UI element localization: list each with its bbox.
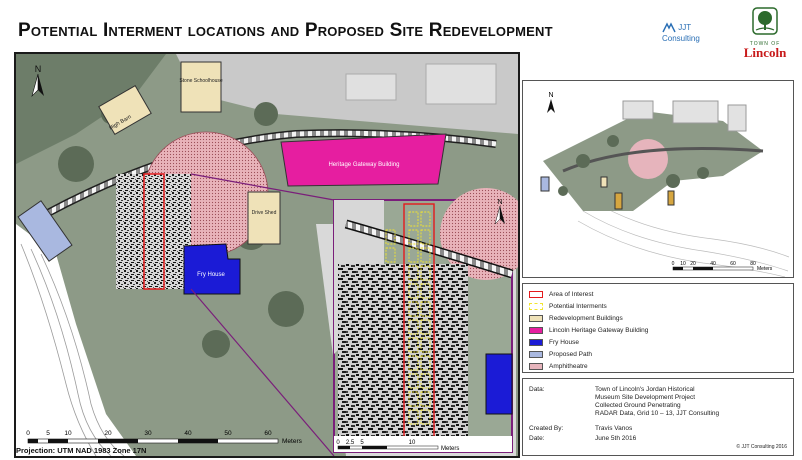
zoom-detail-frame[interactable]: N 0 2.5 5 10 Meters bbox=[333, 188, 518, 453]
legend-swatch bbox=[529, 314, 543, 322]
data-line: Town of Lincoln's Jordan Historical bbox=[595, 386, 695, 393]
date-value: June 5th 2016 bbox=[595, 435, 637, 442]
map-title: Potential Interment locations and Propos… bbox=[18, 20, 553, 41]
legend-swatch bbox=[529, 350, 543, 358]
legend-item-amphitheatre: Amphitheatre bbox=[529, 361, 588, 371]
legend-label: Amphitheatre bbox=[549, 362, 588, 370]
scale-unit: Meters bbox=[282, 438, 303, 445]
legend-swatch bbox=[529, 338, 543, 346]
zoom-scale-tick: 10 bbox=[409, 440, 416, 446]
main-map-canvas: High Barn Stone Schoolhouse Heritage Gat… bbox=[16, 54, 518, 456]
data-line: RADAR Data, Grid 10 – 13, JJT Consulting bbox=[595, 410, 720, 417]
data-line: Museum Site Development Project bbox=[595, 394, 696, 401]
scale-tick: 30 bbox=[144, 430, 152, 437]
inset-scale-tick: 10 bbox=[680, 261, 686, 267]
heritage-gateway-label: Heritage Gateway Building bbox=[328, 162, 399, 168]
inset-scale-tick: 20 bbox=[690, 261, 696, 267]
zoom-scale-unit: Meters bbox=[441, 446, 459, 452]
inset-scale-tick: 0 bbox=[672, 261, 675, 267]
legend-label: Proposed Path bbox=[549, 350, 593, 358]
jjt-mark-icon bbox=[662, 22, 676, 33]
legend-item-redevelopment-buildings: Redevelopment Buildings bbox=[529, 313, 623, 323]
background-building bbox=[345, 73, 397, 101]
projection-note: Projection: UTM NAD 1983 Zone 17N bbox=[16, 446, 147, 455]
inset-scale-tick: 40 bbox=[710, 261, 716, 267]
scale-tick: 10 bbox=[64, 430, 72, 437]
inset-scale-tick: 80 bbox=[750, 261, 756, 267]
map-metadata: Data: Town of Lincoln's Jordan Historica… bbox=[522, 378, 794, 456]
legend-swatch bbox=[529, 362, 543, 370]
data-line: Collected Ground Penetrating bbox=[595, 402, 681, 409]
town-emblem-icon bbox=[752, 7, 778, 35]
legend-item-heritage-gateway: Lincoln Heritage Gateway Building bbox=[529, 325, 648, 335]
zoom-scale-tick: 2.5 bbox=[346, 440, 355, 446]
background-building bbox=[425, 63, 497, 105]
data-value: Town of Lincoln's Jordan Historical Muse… bbox=[595, 386, 785, 418]
main-site-map[interactable]: High Barn Stone Schoolhouse Heritage Gat… bbox=[14, 52, 520, 458]
drive-shed-label: Drive Shed bbox=[252, 210, 277, 216]
zoom-north-label: N bbox=[497, 199, 502, 206]
town-of-lincoln-logo: TOWN OF Lincoln bbox=[738, 6, 792, 62]
legend-label: Lincoln Heritage Gateway Building bbox=[549, 326, 649, 334]
created-by-key: Created By: bbox=[529, 425, 564, 432]
map-legend: Area of Interest Potential Interments Re… bbox=[522, 283, 794, 373]
inset-scale-tick: 60 bbox=[730, 261, 736, 267]
heritage-gateway-building bbox=[280, 133, 447, 187]
legend-swatch bbox=[529, 302, 543, 310]
inset-amphitheatre bbox=[628, 139, 668, 179]
jjt-logo: JJT Consulting bbox=[662, 22, 730, 43]
legend-swatch bbox=[529, 290, 543, 298]
stone-schoolhouse-label: Stone Schoolhouse bbox=[179, 78, 223, 84]
date-key: Date: bbox=[529, 435, 545, 442]
legend-item-potential-interments: Potential Interments bbox=[529, 301, 607, 311]
drive-shed bbox=[247, 191, 281, 245]
stone-schoolhouse bbox=[180, 61, 222, 113]
legend-label: Redevelopment Buildings bbox=[549, 314, 623, 322]
inset-scale-unit: Meters bbox=[757, 266, 773, 272]
legend-item-area-of-interest: Area of Interest bbox=[529, 289, 593, 299]
scale-tick: 20 bbox=[104, 430, 112, 437]
scale-tick: 40 bbox=[184, 430, 192, 437]
scale-tick: 60 bbox=[264, 430, 272, 437]
legend-item-fry-house: Fry House bbox=[529, 337, 579, 347]
town-name: Lincoln bbox=[743, 45, 787, 60]
legend-label: Fry House bbox=[549, 338, 579, 346]
data-key: Data: bbox=[529, 386, 545, 393]
inset-map-canvas: N 0 10 20 40 60 80 Meters bbox=[523, 81, 793, 277]
copyright: © JJT Consulting 2016 bbox=[736, 444, 787, 450]
scale-tick: 5 bbox=[46, 430, 50, 437]
gpr-radar-grid bbox=[116, 174, 191, 289]
north-label: N bbox=[35, 64, 42, 74]
legend-item-proposed-path: Proposed Path bbox=[529, 349, 592, 359]
overview-inset-map[interactable]: N 0 10 20 40 60 80 Meters bbox=[522, 80, 794, 278]
fry-house-label: Fry House bbox=[197, 272, 225, 278]
created-by-value: Travis Vanos bbox=[595, 425, 633, 432]
scale-tick: 0 bbox=[26, 430, 30, 437]
legend-label: Potential Interments bbox=[549, 302, 607, 310]
legend-label: Area of Interest bbox=[549, 290, 594, 298]
scale-tick: 50 bbox=[224, 430, 232, 437]
legend-swatch bbox=[529, 326, 543, 334]
inset-north-label: N bbox=[548, 92, 553, 99]
